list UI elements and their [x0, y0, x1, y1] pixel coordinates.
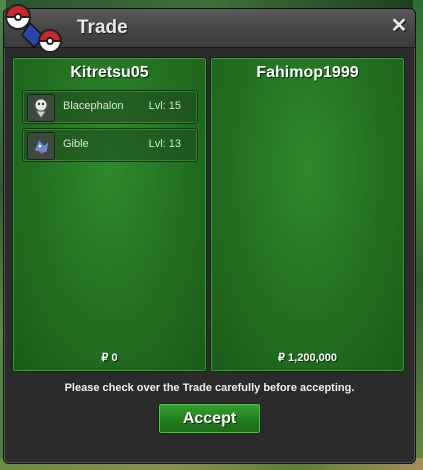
window-title: Trade — [77, 17, 128, 38]
trade-slot-blacephalon[interactable]: Blacephalon Lvl: 15 — [22, 90, 198, 124]
money-offer: ₽ 0 — [101, 352, 118, 364]
my-offer-panel: Kitretsu05 Blacephalon Lvl: 15 Gible Lvl… — [12, 57, 207, 372]
pokemon-name: Gible — [63, 138, 89, 150]
pokemon-name: Blacephalon — [63, 100, 124, 112]
trade-notice: Please check over the Trade carefully be… — [64, 382, 355, 394]
trade-window: Trade ✕ Kitretsu05 Blacephalon Lvl: 15 G… — [3, 4, 416, 464]
pokeball-logo-icon — [4, 4, 63, 53]
close-icon[interactable]: ✕ — [389, 16, 409, 36]
gible-sprite-icon — [27, 132, 55, 160]
accept-button[interactable]: Accept — [158, 403, 261, 434]
pokemon-level: Lvl: 15 — [148, 100, 181, 112]
player-name: Kitretsu05 — [70, 64, 149, 81]
partner-offer-panel: Fahimop1999 ₽ 1,200,000 — [210, 57, 405, 372]
title-bar[interactable]: Trade ✕ — [4, 4, 415, 53]
money-offer: ₽ 1,200,000 — [278, 352, 337, 364]
pokemon-level: Lvl: 13 — [148, 138, 181, 150]
trade-slot-gible[interactable]: Gible Lvl: 13 — [22, 128, 198, 162]
partner-name: Fahimop1999 — [256, 64, 359, 81]
blacephalon-sprite-icon — [27, 94, 55, 122]
